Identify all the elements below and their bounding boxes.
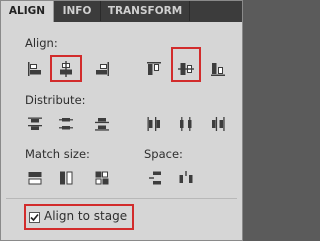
panel-border: [0, 0, 243, 241]
align-panel: ALIGN INFO TRANSFORM Align: Distribute: …: [0, 0, 243, 241]
